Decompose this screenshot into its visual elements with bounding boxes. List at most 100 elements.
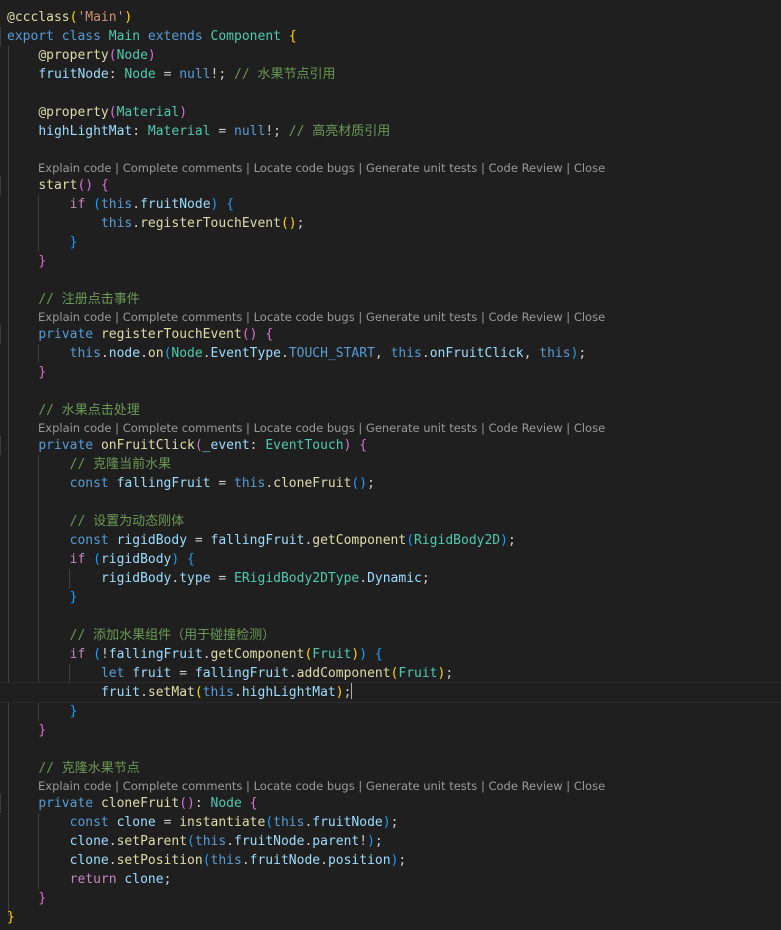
code-line[interactable]: rigidBody.type = ERigidBody2DType.Dynami…	[0, 569, 781, 588]
code-line[interactable]: clone.setPosition(this.fruitNode.positio…	[0, 851, 781, 870]
code-line[interactable]	[0, 382, 781, 401]
fold-marker-icon[interactable]	[0, 176, 4, 195]
codelens-close-button[interactable]: Close	[574, 421, 605, 435]
code-line[interactable]: }	[0, 363, 781, 382]
code-line[interactable]: this.node.on(Node.EventType.TOUCH_START,…	[0, 344, 781, 363]
code-line[interactable]: }	[0, 252, 781, 271]
codelens-explain-code-button[interactable]: Explain code	[38, 779, 112, 793]
codelens-separator: |	[242, 779, 254, 793]
code-line[interactable]	[0, 493, 781, 512]
codelens-separator: |	[354, 161, 366, 175]
codelens-bar: Explain code | Complete comments | Locat…	[38, 420, 605, 436]
code-line[interactable]: private onFruitClick(_event: EventTouch)…	[0, 436, 781, 455]
code-line[interactable]	[0, 607, 781, 626]
codelens-separator: |	[477, 310, 489, 324]
code-line[interactable]: }	[0, 233, 781, 252]
code-line[interactable]: // 水果点击处理	[0, 401, 781, 420]
codelens-separator: |	[354, 310, 366, 324]
codelens-close-button[interactable]: Close	[574, 779, 605, 793]
codelens-code-review-button[interactable]: Code Review	[488, 310, 562, 324]
codelens-generate-unit-tests-button[interactable]: Generate unit tests	[366, 161, 477, 175]
code-line[interactable]: clone.setParent(this.fruitNode.parent!);	[0, 832, 781, 851]
codelens-separator: |	[354, 421, 366, 435]
code-editor[interactable]: @ccclass('Main') export class Main extend…	[0, 0, 781, 930]
fold-marker-icon[interactable]	[0, 325, 4, 344]
code-line[interactable]: this.registerTouchEvent();	[0, 214, 781, 233]
code-line[interactable]: }	[0, 908, 781, 927]
codelens-close-button[interactable]: Close	[574, 161, 605, 175]
codelens-locate-code-bugs-button[interactable]: Locate code bugs	[254, 421, 355, 435]
codelens-complete-comments-button[interactable]: Complete comments	[123, 779, 243, 793]
code-line[interactable]	[0, 141, 781, 160]
code-line[interactable]: private registerTouchEvent() {	[0, 325, 781, 344]
codelens-code-review-button[interactable]: Code Review	[488, 779, 562, 793]
codelens-bar: Explain code | Complete comments | Locat…	[38, 778, 605, 794]
code-line[interactable]: // 克隆水果节点	[0, 759, 781, 778]
code-line[interactable]: if (rigidBody) {	[0, 550, 781, 569]
codelens-generate-unit-tests-button[interactable]: Generate unit tests	[366, 310, 477, 324]
code-line[interactable]: // 添加水果组件（用于碰撞检测）	[0, 626, 781, 645]
codelens-bar: Explain code | Complete comments | Locat…	[38, 160, 605, 176]
codelens-separator: |	[477, 161, 489, 175]
codelens-separator: |	[562, 161, 574, 175]
code-line[interactable]: }	[0, 588, 781, 607]
code-line[interactable]: const fallingFruit = this.cloneFruit();	[0, 474, 781, 493]
codelens-explain-code-button[interactable]: Explain code	[38, 421, 112, 435]
code-line[interactable]: private cloneFruit(): Node {	[0, 794, 781, 813]
codelens-separator: |	[354, 779, 366, 793]
codelens-separator: |	[562, 779, 574, 793]
codelens-generate-unit-tests-button[interactable]: Generate unit tests	[366, 421, 477, 435]
code-line[interactable]: const clone = instantiate(this.fruitNode…	[0, 813, 781, 832]
codelens-separator: |	[111, 779, 123, 793]
code-line[interactable]: if (this.fruitNode) {	[0, 195, 781, 214]
code-line[interactable]: highLightMat: Material = null!; // 高亮材质引…	[0, 122, 781, 141]
code-line[interactable]: let fruit = fallingFruit.addComponent(Fr…	[0, 664, 781, 683]
code-line[interactable]: @property(Material)	[0, 103, 781, 122]
codelens-complete-comments-button[interactable]: Complete comments	[123, 161, 243, 175]
code-line[interactable]: // 设置为动态刚体	[0, 512, 781, 531]
codelens-separator: |	[242, 421, 254, 435]
code-line[interactable]: // 注册点击事件	[0, 290, 781, 309]
codelens-separator: |	[111, 161, 123, 175]
code-line[interactable]: }	[0, 702, 781, 721]
fold-marker-icon[interactable]	[0, 436, 4, 455]
code-line[interactable]: const rigidBody = fallingFruit.getCompon…	[0, 531, 781, 550]
code-line-current[interactable]: fruit.setMat(this.highLightMat);	[0, 682, 781, 703]
codelens-bar: Explain code | Complete comments | Locat…	[38, 309, 605, 325]
code-line[interactable]: start() {	[0, 176, 781, 195]
codelens-locate-code-bugs-button[interactable]: Locate code bugs	[254, 161, 355, 175]
code-line[interactable]: @ccclass('Main')	[0, 8, 781, 27]
code-line[interactable]: fruitNode: Node = null!; // 水果节点引用	[0, 65, 781, 84]
code-line[interactable]: if (!fallingFruit.getComponent(Fruit)) {	[0, 645, 781, 664]
codelens-separator: |	[242, 310, 254, 324]
codelens-separator: |	[477, 779, 489, 793]
fold-marker-icon[interactable]	[0, 794, 4, 813]
code-line[interactable]	[0, 740, 781, 759]
codelens-separator: |	[477, 421, 489, 435]
codelens-locate-code-bugs-button[interactable]: Locate code bugs	[254, 310, 355, 324]
code-line[interactable]: export class Main extends Component {	[0, 27, 781, 46]
code-line[interactable]: return clone;	[0, 870, 781, 889]
codelens-locate-code-bugs-button[interactable]: Locate code bugs	[254, 779, 355, 793]
codelens-close-button[interactable]: Close	[574, 310, 605, 324]
codelens-complete-comments-button[interactable]: Complete comments	[123, 310, 243, 324]
code-line[interactable]	[0, 271, 781, 290]
codelens-separator: |	[562, 421, 574, 435]
codelens-separator: |	[242, 161, 254, 175]
codelens-separator: |	[111, 310, 123, 324]
code-line[interactable]: @property(Node)	[0, 46, 781, 65]
code-line[interactable]: }	[0, 721, 781, 740]
codelens-explain-code-button[interactable]: Explain code	[38, 310, 112, 324]
codelens-separator: |	[111, 421, 123, 435]
codelens-complete-comments-button[interactable]: Complete comments	[123, 421, 243, 435]
codelens-separator: |	[562, 310, 574, 324]
text-cursor	[351, 683, 353, 699]
code-line[interactable]: // 克隆当前水果	[0, 455, 781, 474]
codelens-generate-unit-tests-button[interactable]: Generate unit tests	[366, 779, 477, 793]
codelens-code-review-button[interactable]: Code Review	[488, 421, 562, 435]
fold-marker-icon[interactable]	[0, 27, 4, 46]
codelens-explain-code-button[interactable]: Explain code	[38, 161, 112, 175]
code-line[interactable]	[0, 84, 781, 103]
code-line[interactable]: }	[0, 889, 781, 908]
codelens-code-review-button[interactable]: Code Review	[488, 161, 562, 175]
